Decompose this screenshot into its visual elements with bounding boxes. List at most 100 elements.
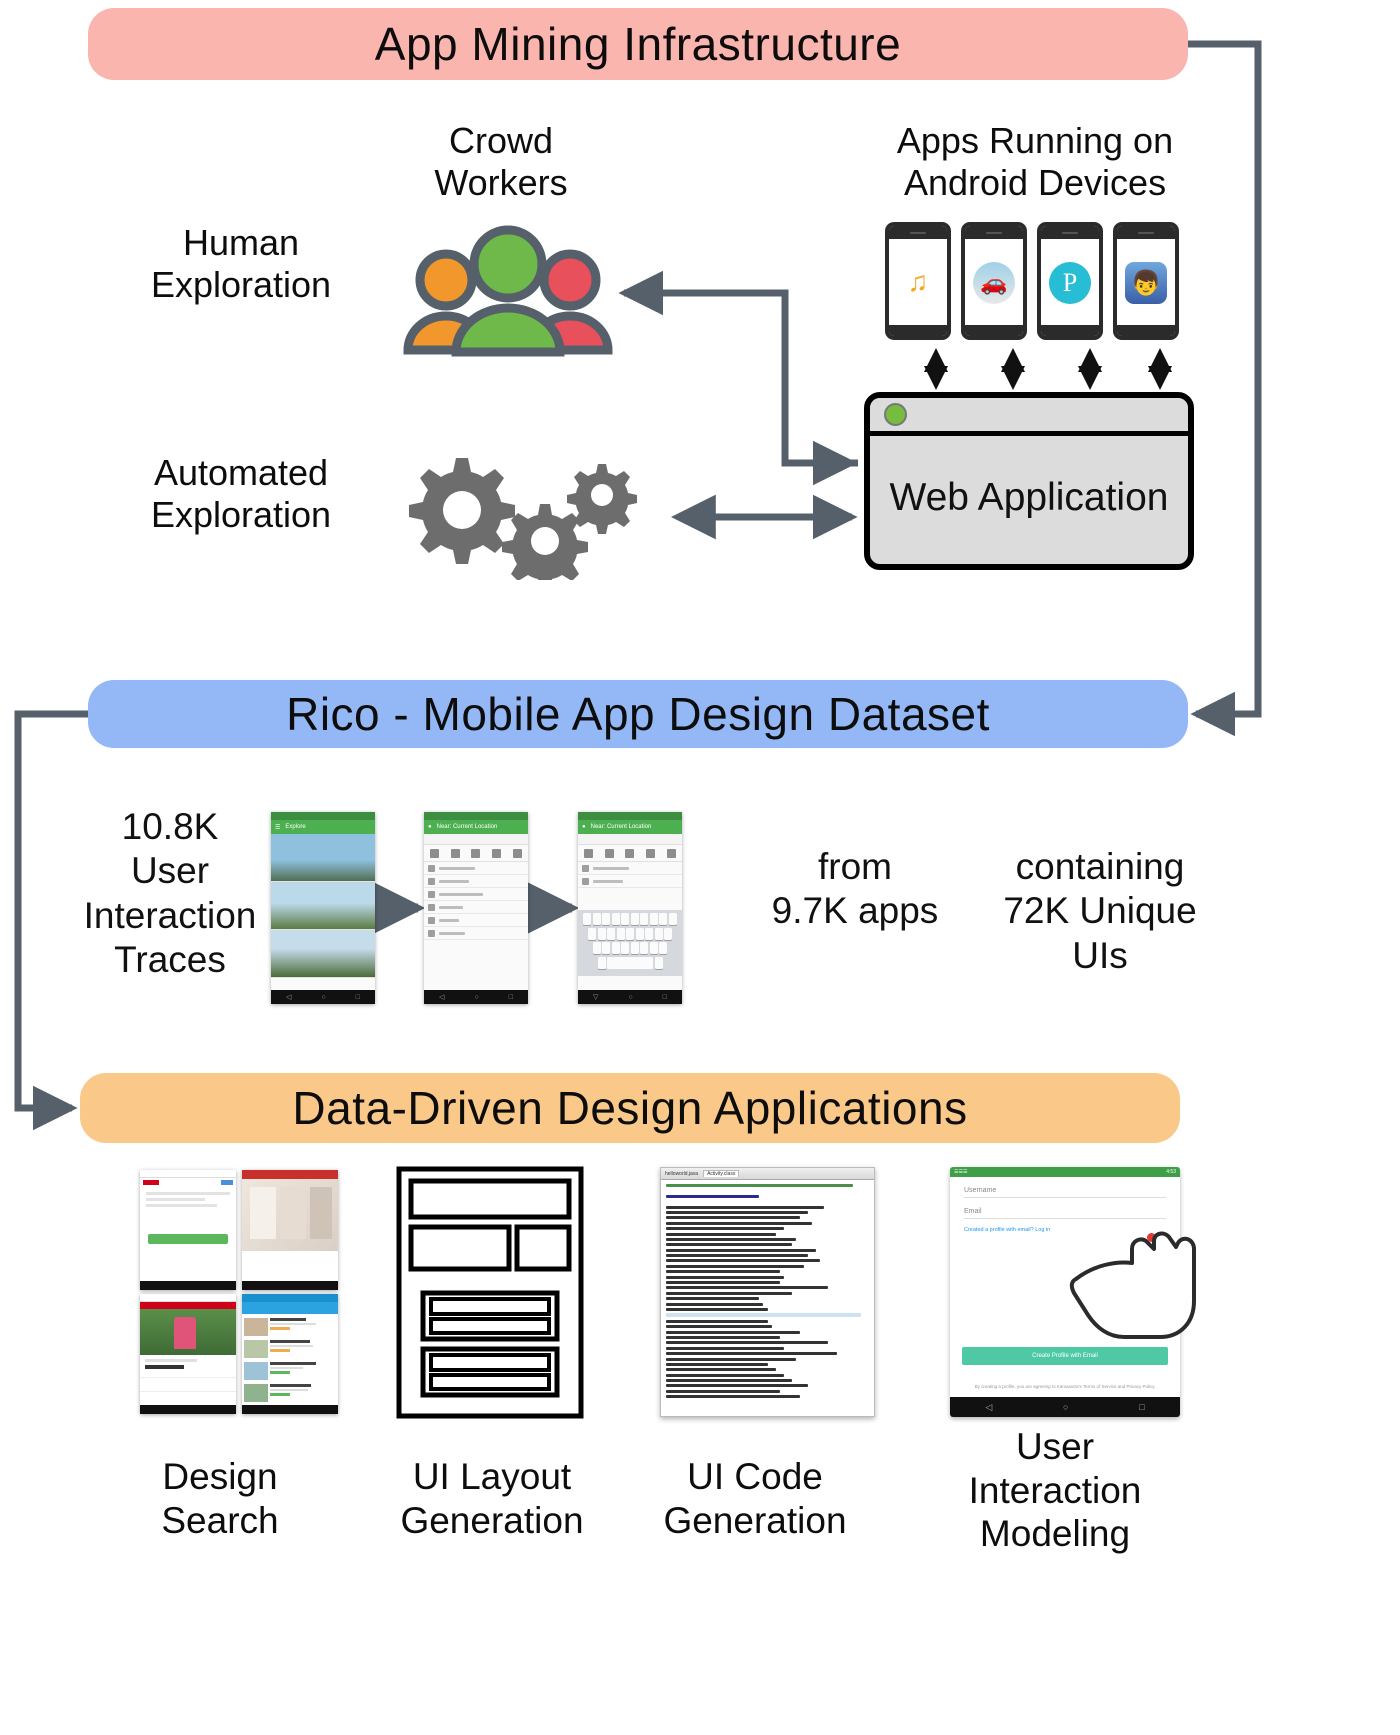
activity-chip[interactable]	[646, 848, 656, 858]
activity-chip[interactable]	[450, 848, 460, 858]
key[interactable]	[611, 913, 620, 925]
home-icon: ○	[321, 993, 326, 1001]
code-line-blank	[666, 1189, 869, 1193]
key[interactable]	[626, 927, 634, 940]
status-time: 4:53	[1166, 1169, 1176, 1175]
activity-chip[interactable]	[513, 848, 523, 858]
filter-option[interactable]	[424, 927, 528, 940]
section-banner-app-mining: App Mining Infrastructure	[88, 8, 1188, 80]
key[interactable]	[659, 913, 668, 925]
status-dot	[884, 403, 907, 426]
key[interactable]	[588, 927, 596, 940]
android-nav-bar: ◁ ○ □	[424, 990, 528, 1004]
code-line-import	[666, 1221, 813, 1225]
code-line-import	[666, 1205, 825, 1209]
editor-tab-class[interactable]: Activity.class	[703, 1170, 740, 1177]
window-titlebar	[870, 398, 1188, 436]
option-icon	[582, 877, 589, 885]
key[interactable]	[597, 956, 606, 969]
code-line-import	[666, 1286, 829, 1290]
filter-option[interactable]	[578, 862, 682, 875]
key[interactable]	[592, 942, 601, 954]
activity-chip-row	[578, 845, 682, 862]
key[interactable]	[583, 913, 592, 925]
code-line-import	[666, 1264, 805, 1268]
key[interactable]	[668, 913, 677, 925]
filter-option[interactable]	[424, 914, 528, 927]
activity-chip[interactable]	[429, 848, 439, 858]
key[interactable]	[635, 927, 644, 940]
home-icon: ○	[474, 993, 479, 1001]
filter-option[interactable]	[578, 875, 682, 888]
screen-content	[271, 834, 375, 990]
code-line-import	[666, 1227, 784, 1231]
code-line-import	[666, 1275, 784, 1279]
option-label	[439, 905, 463, 909]
key[interactable]	[659, 942, 668, 954]
keyboard-row	[580, 913, 680, 925]
code-line-import	[666, 1243, 792, 1247]
on-screen-keyboard[interactable]	[578, 910, 682, 976]
option-label	[439, 866, 475, 870]
email-field[interactable]: Email	[964, 1208, 1166, 1219]
caption-ui-code-generation: UI Code Generation	[663, 1456, 847, 1541]
key[interactable]	[602, 942, 611, 954]
android-phone-2: P	[1037, 222, 1103, 340]
option-label	[593, 866, 629, 870]
option-icon	[428, 890, 435, 898]
filter-option[interactable]	[424, 888, 528, 901]
key[interactable]	[616, 927, 625, 940]
filter-option[interactable]	[424, 901, 528, 914]
section-title-app-mining: App Mining Infrastructure	[374, 18, 902, 70]
phone-home-area	[965, 325, 1023, 336]
key[interactable]	[640, 913, 649, 925]
activity-chip[interactable]	[625, 848, 635, 858]
code-line-import	[666, 1335, 780, 1339]
keyboard-row	[580, 942, 680, 954]
key[interactable]	[602, 913, 611, 925]
design-search-result	[242, 1294, 338, 1414]
phone-sync-arrows	[924, 348, 1172, 390]
activity-chip[interactable]	[604, 848, 614, 858]
activity-chip[interactable]	[583, 848, 593, 858]
key[interactable]	[654, 927, 663, 940]
back-icon: ◁	[439, 994, 445, 1001]
recents-icon: □	[662, 993, 667, 1001]
android-nav-bar: ▽ ○ □	[578, 990, 682, 1004]
search-input[interactable]	[578, 834, 682, 845]
key[interactable]	[630, 913, 639, 925]
location-pin-icon: ●	[582, 824, 586, 830]
key[interactable]	[611, 942, 620, 954]
option-icon	[428, 916, 435, 924]
section-title-rico: Rico - Mobile App Design Dataset	[286, 688, 990, 740]
android-phone-0: ♫	[885, 222, 951, 340]
key[interactable]	[621, 913, 630, 925]
key[interactable]	[654, 956, 663, 969]
phone-earpiece	[965, 226, 1023, 239]
username-field[interactable]: Username	[964, 1187, 1166, 1198]
activity-chip[interactable]	[471, 848, 481, 858]
key[interactable]	[597, 927, 606, 940]
activity-chip[interactable]	[492, 848, 502, 858]
web-application-label: Web Application	[889, 475, 1169, 519]
code-line-import	[666, 1352, 837, 1356]
key[interactable]	[640, 942, 649, 954]
editor-tab-filename[interactable]: helloworld.java	[665, 1171, 698, 1177]
headphones-icon: ♫	[897, 262, 939, 305]
key[interactable]	[645, 927, 653, 940]
key[interactable]	[649, 913, 658, 925]
key[interactable]	[607, 927, 615, 940]
key[interactable]	[592, 913, 601, 925]
filter-option[interactable]	[424, 862, 528, 875]
key[interactable]	[664, 927, 672, 940]
legal-text: By creating a profile, you are agreeing …	[974, 1384, 1156, 1390]
caption-design-search: Design Search	[161, 1456, 279, 1541]
code-line-import	[666, 1254, 809, 1258]
key[interactable]	[621, 942, 630, 954]
caption-ui-layout-generation: UI Layout Generation	[400, 1456, 584, 1541]
space-key[interactable]	[607, 956, 653, 969]
filter-option[interactable]	[424, 875, 528, 888]
key[interactable]	[649, 942, 658, 954]
activity-chip[interactable]	[667, 848, 677, 858]
key[interactable]	[630, 942, 639, 954]
